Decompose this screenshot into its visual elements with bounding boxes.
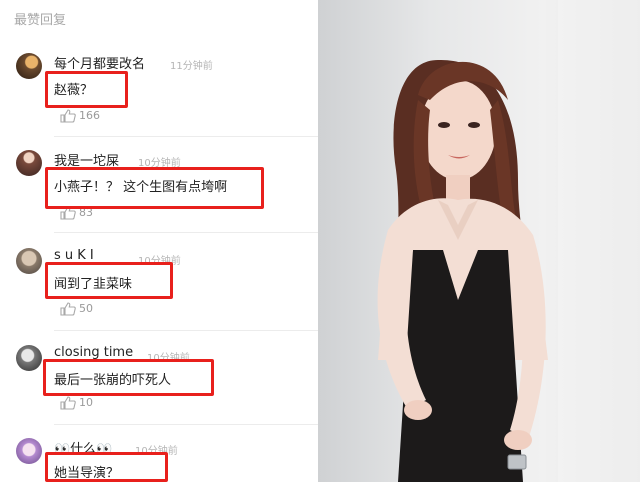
like-count: 50 — [79, 302, 93, 315]
like-button[interactable]: 166 — [60, 108, 100, 123]
comment-panel: 最赞回复 每个月都要改名 11分钟前 赵薇？ 166 我是一坨屎 10分钟前 小… — [0, 0, 318, 482]
username[interactable]: 每个月都要改名 — [54, 53, 145, 72]
divider — [54, 136, 318, 137]
like-button[interactable]: 50 — [60, 301, 93, 316]
comment-time: 11分钟前 — [170, 61, 213, 72]
highlight-box — [45, 71, 128, 108]
photo-panel — [318, 0, 640, 482]
highlight-box — [45, 262, 173, 299]
avatar[interactable] — [16, 345, 42, 371]
thumbs-up-icon — [60, 109, 76, 123]
divider — [54, 330, 318, 331]
like-count: 10 — [79, 396, 93, 409]
divider — [54, 424, 318, 425]
avatar[interactable] — [16, 150, 42, 176]
highlight-box — [43, 359, 214, 396]
username[interactable]: closing time — [54, 345, 133, 360]
thumbs-up-icon — [60, 396, 76, 410]
like-button[interactable]: 10 — [60, 395, 93, 410]
avatar[interactable] — [16, 248, 42, 274]
thumbs-up-icon — [60, 302, 76, 316]
username[interactable]: s u K I — [54, 248, 94, 263]
section-title: 最赞回复 — [14, 13, 67, 28]
highlight-box — [45, 452, 168, 482]
divider — [54, 232, 318, 233]
portrait-photo — [377, 0, 640, 482]
highlight-box — [45, 167, 264, 209]
avatar[interactable] — [16, 53, 42, 79]
like-count: 166 — [79, 109, 100, 122]
avatar[interactable] — [16, 438, 42, 464]
